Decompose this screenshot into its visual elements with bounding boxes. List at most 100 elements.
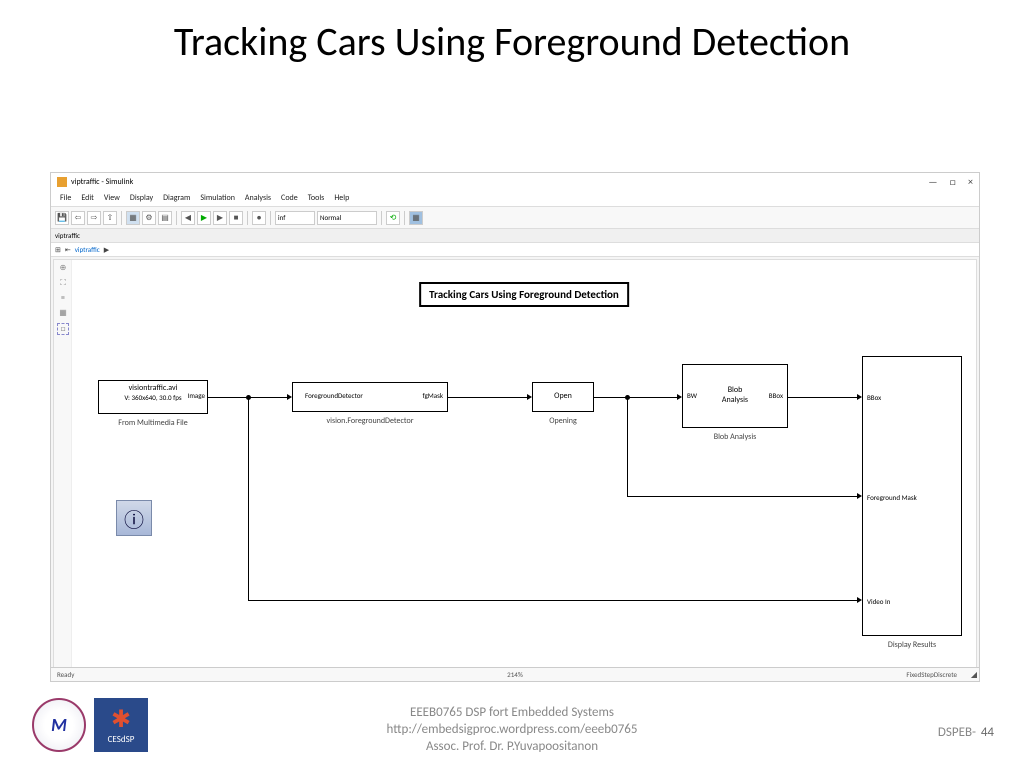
- branch-node: [246, 395, 251, 400]
- wire: [448, 397, 527, 398]
- menu-help[interactable]: Help: [329, 191, 354, 206]
- wire: [248, 397, 249, 600]
- diagram-title-box: Tracking Cars Using Foreground Detection: [419, 282, 629, 307]
- back-icon[interactable]: ⇦: [71, 211, 85, 225]
- toolbar: 💾 ⇦ ⇨ ⇧ ▦ ⚙ ▤ ◀ ▶ ▶ ■ ● inf Normal ⟲ ▦: [51, 207, 979, 229]
- fast-restart-icon[interactable]: ⟲: [386, 211, 400, 225]
- resize-grip-icon[interactable]: ◢: [971, 670, 977, 680]
- stop-time-field[interactable]: inf: [275, 211, 315, 225]
- stop-icon[interactable]: ■: [229, 211, 243, 225]
- build-icon[interactable]: ▦: [409, 211, 423, 225]
- up-icon[interactable]: ⇧: [103, 211, 117, 225]
- status-zoom: 214%: [507, 670, 523, 679]
- tab-viptraffic[interactable]: viptraffic: [55, 231, 80, 240]
- status-left: Ready: [57, 670, 74, 679]
- spark-icon: ✱: [111, 705, 131, 734]
- footer-author: Assoc. Prof. Dr. P.Yuvapoositanon: [387, 739, 638, 756]
- breadcrumb: ⊞ ⇤ viptraffic ▶: [51, 243, 979, 257]
- label-blob: Blob Analysis: [682, 432, 788, 442]
- port-fgmask: fgMask: [423, 391, 443, 400]
- palette: ⊕ ⛶ ≡ ▦ □: [54, 260, 72, 668]
- model-config-icon[interactable]: ⚙: [142, 211, 156, 225]
- maximize-button[interactable]: □: [950, 175, 956, 188]
- nav-model-icon[interactable]: ⊞: [55, 245, 61, 254]
- fit-icon[interactable]: ⛶: [57, 278, 69, 290]
- arrowhead-icon: [677, 394, 682, 400]
- page-code: DSPEB-: [938, 725, 976, 740]
- port-bbox-in: BBox: [867, 393, 881, 402]
- menu-code[interactable]: Code: [276, 191, 303, 206]
- window-title: viptraffic - Simulink: [71, 177, 133, 187]
- wire: [248, 600, 857, 601]
- slide-footer: EEEB0765 DSP fort Embedded Systems http:…: [387, 705, 638, 756]
- run-icon[interactable]: ▶: [197, 211, 211, 225]
- sim-mode-select[interactable]: Normal: [317, 211, 377, 225]
- port-image: Image: [188, 391, 205, 400]
- block-foreground-detector[interactable]: ForegroundDetector fgMask: [292, 382, 448, 412]
- page-number: 44: [981, 725, 994, 740]
- save-icon[interactable]: 💾: [55, 211, 69, 225]
- wire: [627, 496, 857, 497]
- port-fgmask-in: Foreground Mask: [867, 493, 917, 502]
- port-bbox-out: BBox: [769, 391, 783, 400]
- model-info-block[interactable]: ⓘ: [116, 500, 152, 536]
- minimize-button[interactable]: —: [928, 175, 937, 188]
- branch-node: [625, 395, 630, 400]
- label-from-multimedia: From Multimedia File: [98, 418, 208, 428]
- menu-view[interactable]: View: [99, 191, 125, 206]
- close-button[interactable]: ×: [968, 175, 973, 188]
- window-titlebar: viptraffic - Simulink — □ ×: [51, 173, 979, 191]
- block-blob-analysis[interactable]: BW Blob Analysis BBox: [682, 364, 788, 428]
- footer-url: http://embedsigproc.wordpress.com/eeeb07…: [387, 722, 638, 739]
- menu-simulation[interactable]: Simulation: [195, 191, 240, 206]
- arrowhead-icon: [857, 597, 862, 603]
- menu-display[interactable]: Display: [125, 191, 158, 206]
- label-display: Display Results: [862, 640, 962, 650]
- cesdsp-logo: ✱ CESdSP: [94, 698, 148, 752]
- wire: [627, 397, 628, 496]
- block-open[interactable]: Open: [532, 382, 594, 412]
- wire: [594, 397, 677, 398]
- fwd-icon[interactable]: ⇨: [87, 211, 101, 225]
- block-display-results[interactable]: BBox Foreground Mask Video In: [862, 356, 962, 636]
- arrowhead-icon: [857, 493, 862, 499]
- menu-edit[interactable]: Edit: [76, 191, 99, 206]
- image-icon[interactable]: ▦: [57, 308, 69, 320]
- arrowhead-icon: [287, 394, 292, 400]
- canvas-area: ⊕ ⛶ ≡ ▦ □ Tracking Cars Using Foreground…: [53, 259, 977, 669]
- annotation-icon[interactable]: ≡: [57, 293, 69, 305]
- tab-bar: viptraffic: [51, 229, 979, 243]
- statusbar: Ready 214% FixedStepDiscrete ◢: [51, 667, 979, 681]
- label-fgdet: vision.ForegroundDetector: [292, 416, 448, 426]
- arrowhead-icon: [857, 394, 862, 400]
- fgdet-name: ForegroundDetector: [305, 391, 363, 400]
- wire: [788, 397, 857, 398]
- model-canvas[interactable]: Tracking Cars Using Foreground Detection…: [72, 260, 976, 668]
- simulink-window: viptraffic - Simulink — □ × File Edit Vi…: [50, 172, 980, 682]
- step-back-icon[interactable]: ◀: [181, 211, 195, 225]
- status-solver: FixedStepDiscrete: [906, 670, 957, 679]
- zoom-in-icon[interactable]: ⊕: [57, 263, 69, 275]
- slide-title: Tracking Cars Using Foreground Detection: [0, 0, 1024, 74]
- port-videoin: Video In: [867, 597, 890, 606]
- breadcrumb-model[interactable]: viptraffic: [75, 245, 100, 254]
- menubar: File Edit View Display Diagram Simulatio…: [51, 191, 979, 207]
- app-icon: [57, 177, 67, 187]
- record-icon[interactable]: ●: [252, 211, 266, 225]
- nav-hide-icon[interactable]: ⇤: [65, 245, 71, 254]
- breadcrumb-arrow-icon: ▶: [104, 245, 109, 254]
- logo2-text: CESdSP: [108, 734, 135, 745]
- block-from-multimedia-file[interactable]: visiontraffic.avi V: 360x640, 30.0 fps I…: [98, 380, 208, 414]
- step-fwd-icon[interactable]: ▶: [213, 211, 227, 225]
- label-opening: Opening: [532, 416, 594, 426]
- menu-analysis[interactable]: Analysis: [240, 191, 276, 206]
- menu-file[interactable]: File: [55, 191, 76, 206]
- footer-course: EEEB0765 DSP fort Embedded Systems: [387, 705, 638, 722]
- university-logo: M: [32, 698, 86, 752]
- library-icon[interactable]: ▦: [126, 211, 140, 225]
- explorer-icon[interactable]: ▤: [158, 211, 172, 225]
- menu-tools[interactable]: Tools: [303, 191, 330, 206]
- menu-diagram[interactable]: Diagram: [158, 191, 195, 206]
- arrowhead-icon: [527, 394, 532, 400]
- area-icon[interactable]: □: [57, 323, 69, 335]
